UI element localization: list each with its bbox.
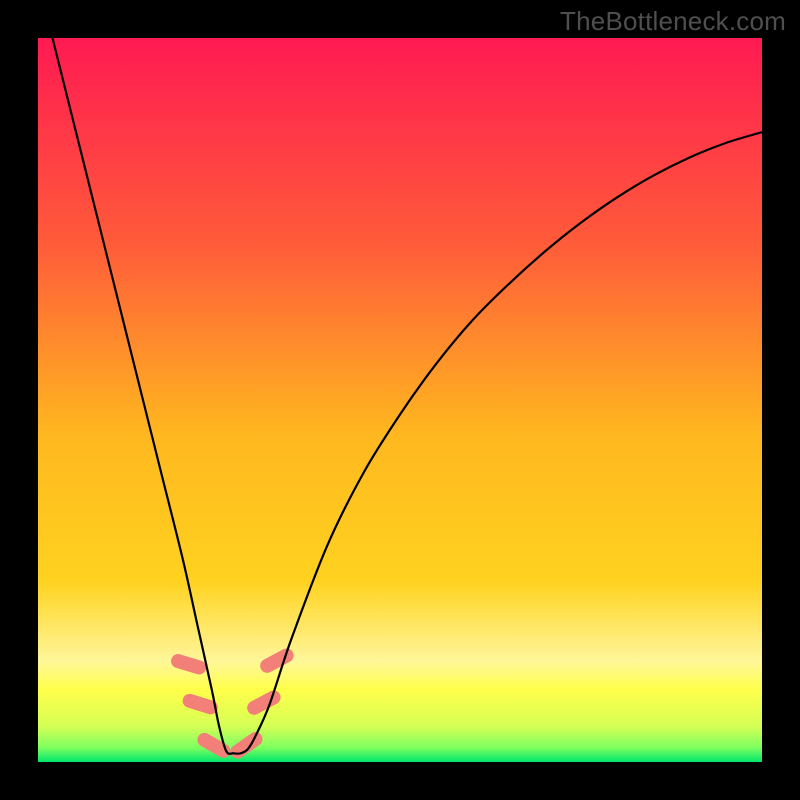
gradient-background (38, 38, 762, 762)
plot-area (38, 38, 762, 762)
plot-svg (38, 38, 762, 762)
chart-frame: TheBottleneck.com (0, 0, 800, 800)
watermark-text: TheBottleneck.com (560, 6, 786, 37)
